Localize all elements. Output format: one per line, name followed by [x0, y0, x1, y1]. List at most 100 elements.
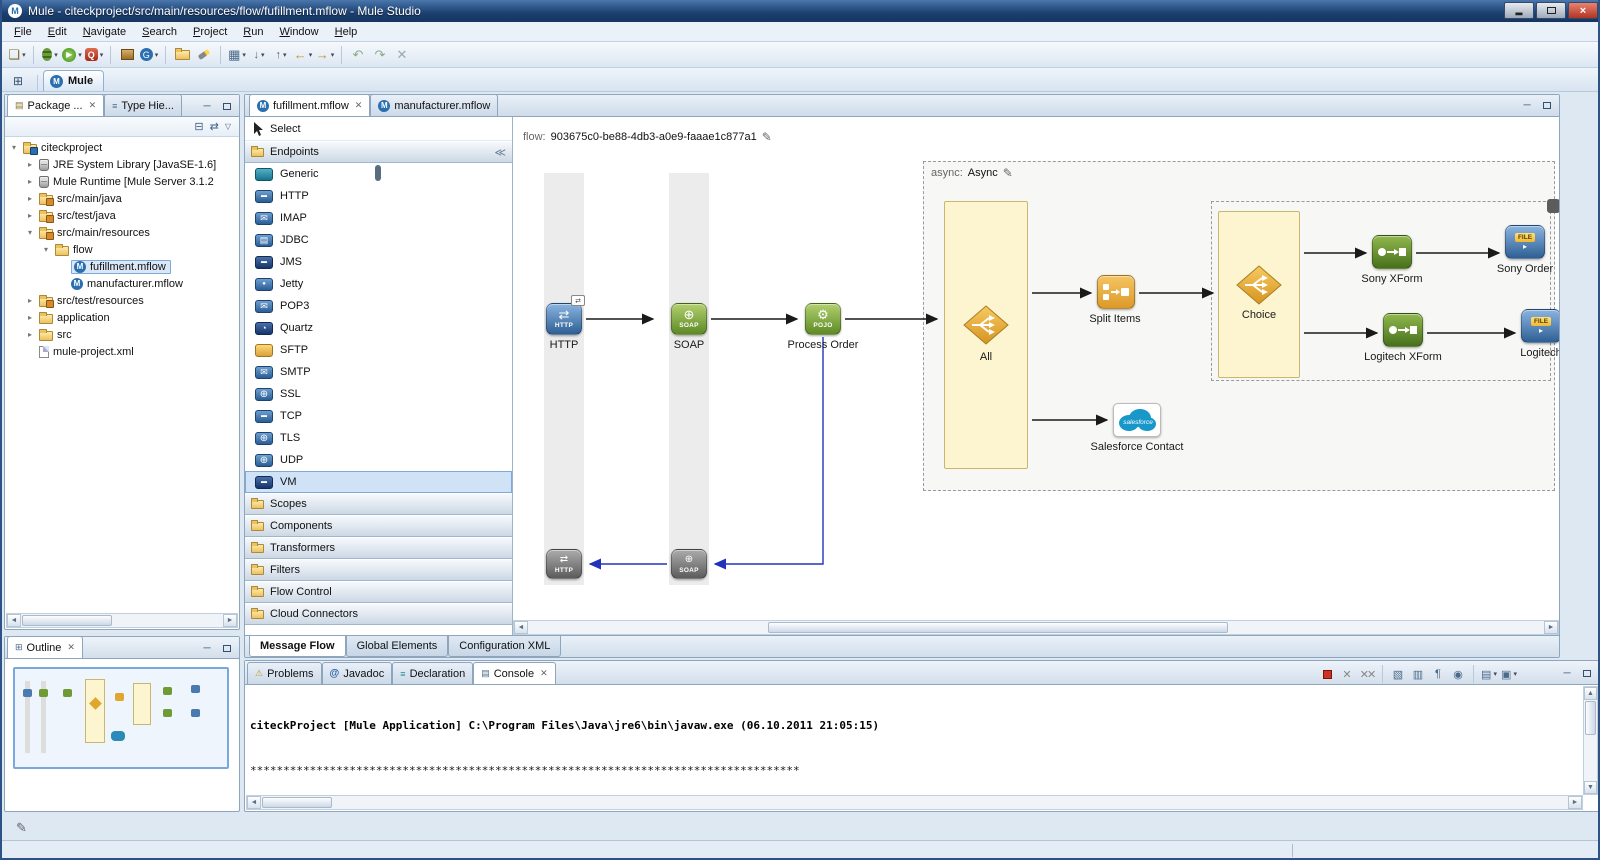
palette-select-tool[interactable]: Select: [245, 117, 512, 141]
prev-annotation-button[interactable]: ↑ ▾: [271, 44, 291, 66]
expander-icon[interactable]: ▾: [25, 228, 35, 237]
tree-item-src-test-resources[interactable]: ▸ src/test/resources: [5, 292, 239, 309]
palette-item-quartz[interactable]: Quartz: [245, 317, 512, 339]
edit-flow-name-icon[interactable]: ✎: [762, 131, 772, 143]
new-wizard-button[interactable]: ❏ ▾: [7, 44, 27, 66]
expander-icon[interactable]: ▸: [25, 211, 35, 220]
palette-item-http[interactable]: HTTP: [245, 185, 512, 207]
soap-component-node[interactable]: ⊕ SOAP: [671, 303, 707, 335]
delete-button[interactable]: ✕: [392, 44, 412, 66]
palette-item-udp[interactable]: UDP: [245, 449, 512, 471]
scrollbar-thumb[interactable]: [22, 615, 112, 626]
tree-item-citeckproject[interactable]: ▾ citeckproject: [5, 139, 239, 156]
palette-item-ssl[interactable]: SSL: [245, 383, 512, 405]
console-vscrollbar[interactable]: ▲ ▼: [1583, 686, 1598, 795]
tree-item-manufacturer-mflow[interactable]: Mmanufacturer.mflow: [5, 275, 239, 292]
palette-item-imap[interactable]: IMAP: [245, 207, 512, 229]
tab-declaration[interactable]: ≡ Declaration: [392, 662, 474, 684]
palette-item-jms[interactable]: JMS: [245, 251, 512, 273]
view-menu-icon[interactable]: ▽: [225, 122, 231, 131]
pin-palette-icon[interactable]: ≪: [494, 146, 506, 159]
menu-window[interactable]: Window: [271, 24, 326, 40]
scroll-up-arrow[interactable]: ▲: [1584, 687, 1597, 700]
tab-package-explorer[interactable]: ▤ Package ... ✕: [7, 94, 105, 116]
next-annotation-button[interactable]: ↓ ▾: [249, 44, 269, 66]
tree-item-fufillment-mflow[interactable]: Mfufillment.mflow: [5, 258, 239, 275]
tab-message-flow[interactable]: Message Flow: [249, 636, 346, 657]
close-tab-icon[interactable]: ✕: [540, 668, 548, 679]
maximize-view-icon[interactable]: [1579, 666, 1595, 680]
scrollbar-thumb[interactable]: [262, 797, 332, 808]
palette-category-scopes[interactable]: Scopes: [245, 493, 512, 515]
expander-icon[interactable]: ▸: [25, 160, 35, 169]
clear-console-icon[interactable]: ▧: [1389, 666, 1407, 682]
menu-project[interactable]: Project: [185, 24, 235, 40]
menu-search[interactable]: Search: [134, 24, 185, 40]
tree-item-jre-library[interactable]: ▸ JRE System Library [JavaSE-1.6]: [5, 156, 239, 173]
all-router-icon[interactable]: [963, 305, 1009, 345]
edit-async-name-icon[interactable]: ✎: [1003, 167, 1013, 179]
tab-configuration-xml[interactable]: Configuration XML: [448, 636, 562, 657]
minimize-view-icon[interactable]: ─: [1559, 666, 1575, 680]
http-response-node[interactable]: ⇄ HTTP: [546, 549, 582, 579]
scrollbar-thumb[interactable]: [1585, 701, 1596, 735]
minimize-view-icon[interactable]: ─: [199, 641, 215, 655]
tab-manufacturer-mflow[interactable]: M manufacturer.mflow: [370, 94, 499, 116]
palette-category-flow-control[interactable]: Flow Control: [245, 581, 512, 603]
menu-navigate[interactable]: Navigate: [75, 24, 134, 40]
remove-all-launches-icon[interactable]: ✕✕: [1358, 666, 1376, 682]
maximize-window-button[interactable]: [1536, 2, 1566, 19]
fast-view-pencil-icon[interactable]: ✎: [16, 820, 27, 836]
scroll-right-arrow[interactable]: ►: [1568, 796, 1582, 809]
flow-canvas[interactable]: flow: 903675c0-be88-4db3-a0e9-faaae1c877…: [513, 117, 1559, 619]
maximize-view-icon[interactable]: [219, 99, 235, 113]
scroll-down-arrow[interactable]: ▼: [1584, 781, 1597, 794]
palette-item-tls[interactable]: TLS: [245, 427, 512, 449]
palette-category-transformers[interactable]: Transformers: [245, 537, 512, 559]
minimize-window-button[interactable]: ▂: [1504, 2, 1534, 19]
display-selected-console-icon[interactable]: ▤ ▾: [1480, 666, 1498, 682]
tree-item-src[interactable]: ▸ src: [5, 326, 239, 343]
debug-button[interactable]: ▾: [40, 44, 60, 66]
process-order-node[interactable]: ⚙ POJO: [805, 303, 841, 335]
expander-icon[interactable]: ▾: [41, 245, 51, 254]
terminate-icon[interactable]: [1318, 666, 1336, 682]
minimize-view-icon[interactable]: ─: [1519, 98, 1535, 112]
menu-edit[interactable]: Edit: [40, 24, 75, 40]
minimize-view-icon[interactable]: ─: [199, 99, 215, 113]
logitech-file-node[interactable]: FILE ▸: [1521, 309, 1559, 343]
salesforce-contact-node[interactable]: salesforce: [1113, 403, 1161, 437]
palette-item-jdbc[interactable]: JDBC: [245, 229, 512, 251]
palette-category-filters[interactable]: Filters: [245, 559, 512, 581]
tab-type-hierarchy[interactable]: ≡ Type Hie...: [104, 94, 182, 116]
palette-item-sftp[interactable]: SFTP: [245, 339, 512, 361]
http-endpoint-node[interactable]: ⇄ HTTP: [546, 303, 582, 335]
palette-item-pop3[interactable]: POP3: [245, 295, 512, 317]
logitech-xform-node[interactable]: [1383, 313, 1423, 347]
menu-run[interactable]: Run: [235, 24, 271, 40]
back-button[interactable]: ← ▾: [293, 44, 313, 66]
split-items-node[interactable]: [1097, 275, 1135, 309]
expander-icon[interactable]: ▾: [9, 143, 19, 152]
palette-item-tcp[interactable]: TCP: [245, 405, 512, 427]
console-output[interactable]: citeckProject [Mule Application] C:\Prog…: [246, 686, 1583, 795]
scroll-right-arrow[interactable]: ►: [1544, 621, 1558, 634]
expander-icon[interactable]: ▸: [25, 177, 35, 186]
tab-global-elements[interactable]: Global Elements: [345, 636, 449, 657]
undo-button[interactable]: ↶: [348, 44, 368, 66]
tree-item-src-test-java[interactable]: ▸ src/test/java: [5, 207, 239, 224]
pin-console-icon[interactable]: ◉: [1449, 666, 1467, 682]
tree-item-flow-folder[interactable]: ▾ flow: [5, 241, 239, 258]
scroll-left-arrow[interactable]: ◄: [247, 796, 261, 809]
forward-button[interactable]: → ▾: [315, 44, 335, 66]
close-window-button[interactable]: ×: [1568, 2, 1598, 19]
tree-item-mule-project-xml[interactable]: mule-project.xml: [5, 343, 239, 360]
remove-launch-icon[interactable]: ✕: [1338, 666, 1356, 682]
palette-item-jetty[interactable]: Jetty: [245, 273, 512, 295]
palette-item-smtp[interactable]: SMTP: [245, 361, 512, 383]
tab-console[interactable]: ▤ Console ✕: [473, 662, 556, 684]
soap-response-node[interactable]: ⊕ SOAP: [671, 549, 707, 579]
new-table-button[interactable]: ▦ ▾: [227, 44, 247, 66]
menu-file[interactable]: File: [6, 24, 40, 40]
package-explorer-hscrollbar[interactable]: ◄ ►: [6, 613, 238, 628]
